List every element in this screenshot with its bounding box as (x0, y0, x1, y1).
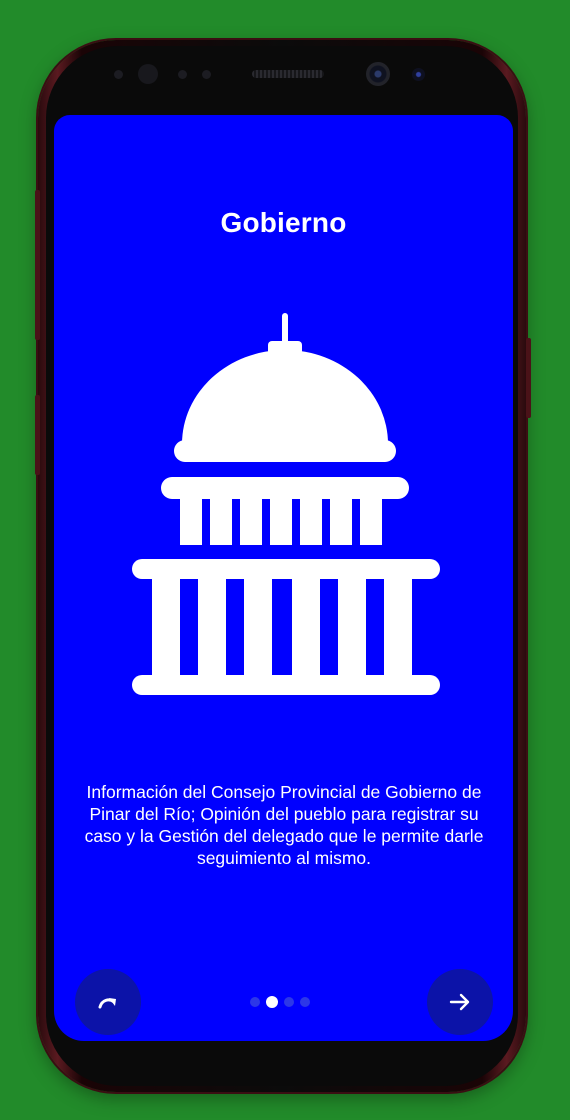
upper-column (180, 499, 202, 545)
iris-scanner (412, 68, 425, 81)
upper-column (360, 499, 382, 545)
description-text: Información del Consejo Provincial de Go… (84, 782, 484, 868)
proximity-sensor (138, 64, 158, 84)
front-camera (366, 62, 390, 86)
lower-beam-shape (132, 559, 440, 579)
dome-base-shape (174, 440, 396, 462)
phone-side-button-right (526, 338, 531, 418)
front-sensor (114, 70, 123, 79)
skip-button[interactable] (75, 969, 141, 1035)
light-sensor-2 (202, 70, 211, 79)
upper-column (270, 499, 292, 545)
base-shape (132, 675, 440, 695)
lower-column (244, 579, 272, 677)
phone-side-button-left-lower (35, 395, 40, 475)
phone-side-button-left (35, 190, 40, 340)
light-sensor (178, 70, 187, 79)
lower-column (384, 579, 412, 677)
page-indicator (250, 995, 310, 1009)
page-dot-active[interactable] (266, 996, 278, 1008)
upper-beam-shape (161, 477, 409, 499)
upper-column (210, 499, 232, 545)
capitol-building-icon (132, 313, 440, 695)
page-dot[interactable] (250, 997, 260, 1007)
upper-column (300, 499, 322, 545)
lower-column (338, 579, 366, 677)
lower-column (198, 579, 226, 677)
redo-arrow-icon (98, 998, 116, 1009)
page-dot[interactable] (284, 997, 294, 1007)
onboarding-screen: Gobierno Información del Consejo Provinc… (54, 115, 513, 1041)
earpiece-speaker (252, 70, 324, 78)
next-button[interactable] (427, 969, 493, 1035)
lower-column (292, 579, 320, 677)
arrow-right-icon (449, 993, 470, 1011)
page-dot[interactable] (300, 997, 310, 1007)
upper-column (330, 499, 352, 545)
page-title: Gobierno (220, 207, 347, 238)
dome-shape (182, 350, 388, 444)
lower-column (152, 579, 180, 677)
upper-column (240, 499, 262, 545)
